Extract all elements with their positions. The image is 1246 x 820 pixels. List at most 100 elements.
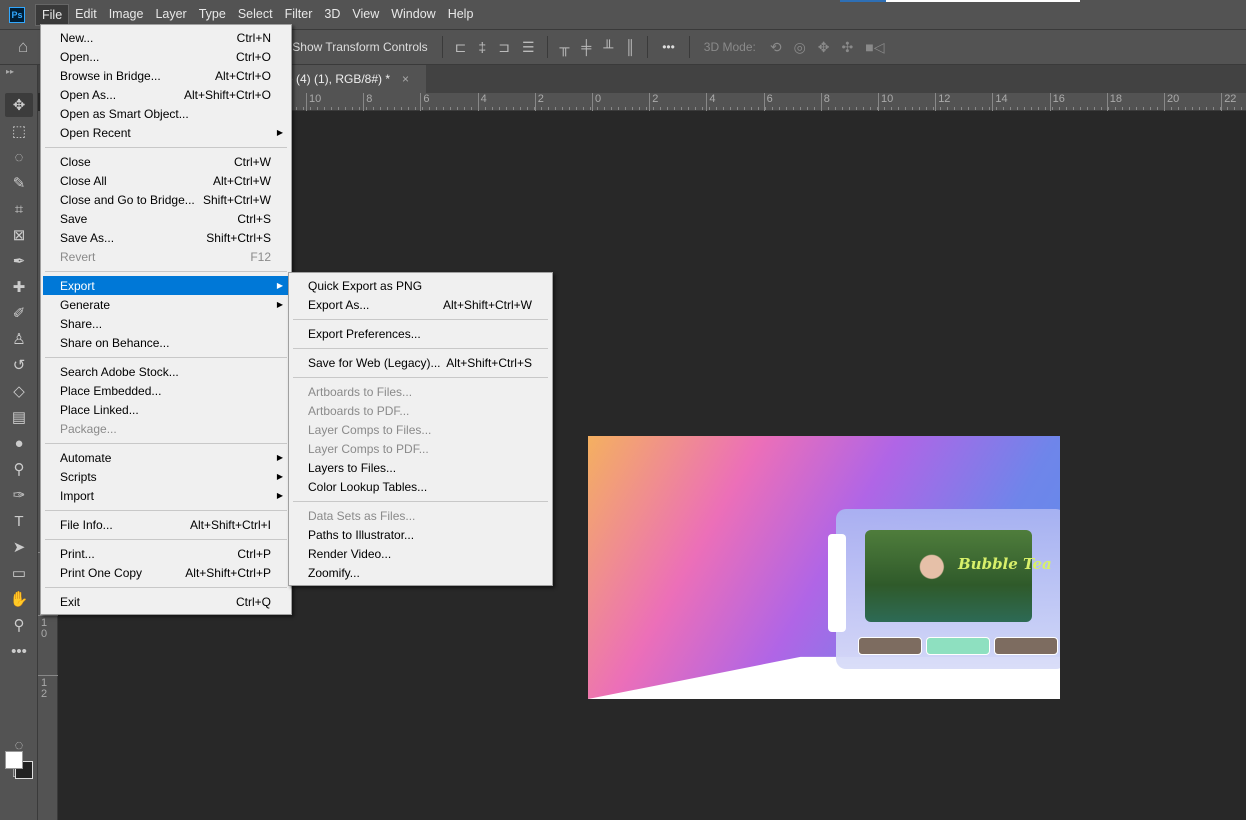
hand-tool-icon[interactable]: ✋ (5, 587, 33, 611)
title-strip (840, 0, 1080, 2)
menu-item-exit[interactable]: Exit Ctrl+Q (43, 592, 289, 611)
menu-filter[interactable]: Filter (279, 4, 319, 26)
quick-select-tool-icon[interactable]: ✎ (5, 171, 33, 195)
menu-separator (45, 539, 287, 540)
canvas-artwork[interactable]: Bubble Tea (588, 436, 1060, 699)
menu-item-label: Exit (60, 594, 81, 609)
crop-tool-icon[interactable]: ⌗ (5, 197, 33, 221)
artwork-title: Bubble Tea (958, 555, 1052, 573)
align-center-icon[interactable]: ‡ (478, 39, 486, 55)
rectangle-tool-icon[interactable]: ▭ (5, 561, 33, 585)
menu-item-generate[interactable]: Generate ▶ (43, 295, 289, 314)
menu-item-zoomify[interactable]: Zoomify... (291, 563, 550, 582)
menu-item-import[interactable]: Import ▶ (43, 486, 289, 505)
menu-item-quick-export-as-png[interactable]: Quick Export as PNG (291, 276, 550, 295)
menu-view[interactable]: View (346, 4, 385, 26)
menu-item-place-embedded[interactable]: Place Embedded... (43, 381, 289, 400)
3d-orbit-icon[interactable]: ⟲ (770, 39, 782, 56)
foreground-color-swatch[interactable] (5, 751, 23, 769)
menu-item-export[interactable]: Export ▶ (43, 276, 289, 295)
menu-item-new[interactable]: New... Ctrl+N (43, 28, 289, 47)
menu-item-open-as-smart-object[interactable]: Open as Smart Object... (43, 104, 289, 123)
path-select-tool-icon[interactable]: ➤ (5, 535, 33, 559)
align-right-icon[interactable]: ⊐ (498, 39, 510, 56)
more-options-button[interactable]: ••• (662, 40, 675, 54)
pen-tool-icon[interactable]: ✑ (5, 483, 33, 507)
brush-tool-icon[interactable]: ✐ (5, 301, 33, 325)
menu-edit[interactable]: Edit (69, 4, 103, 26)
home-icon[interactable]: ⌂ (18, 37, 28, 57)
menu-layer[interactable]: Layer (149, 4, 192, 26)
menu-item-open[interactable]: Open... Ctrl+O (43, 47, 289, 66)
menu-item-label: Save for Web (Legacy)... (308, 355, 441, 370)
document-tab[interactable]: e (4) (1), RGB/8#) * × (280, 65, 426, 93)
menu-item-print-one-copy[interactable]: Print One Copy Alt+Shift+Ctrl+P (43, 563, 289, 582)
distribute-icon[interactable]: ☰ (522, 39, 535, 56)
menu-item-place-linked[interactable]: Place Linked... (43, 400, 289, 419)
menu-item-open-as[interactable]: Open As... Alt+Shift+Ctrl+O (43, 85, 289, 104)
gradient-tool-icon[interactable]: ▤ (5, 405, 33, 429)
menu-item-close-and-go-to-bridge[interactable]: Close and Go to Bridge... Shift+Ctrl+W (43, 190, 289, 209)
history-brush-tool-icon[interactable]: ↺ (5, 353, 33, 377)
menu-3d[interactable]: 3D (318, 4, 346, 26)
menu-item-save[interactable]: Save Ctrl+S (43, 209, 289, 228)
menu-item-save-for-web-legacy[interactable]: Save for Web (Legacy)... Alt+Shift+Ctrl+S (291, 353, 550, 372)
menu-select[interactable]: Select (232, 4, 279, 26)
zoom-tool-icon[interactable]: ⚲ (5, 613, 33, 637)
3d-pan-icon[interactable]: ✥ (818, 39, 830, 56)
3d-camera-icon[interactable]: ■◁ (865, 39, 884, 56)
eraser-tool-icon[interactable]: ◇ (5, 379, 33, 403)
3d-slide-icon[interactable]: ✣ (842, 39, 854, 56)
menu-help[interactable]: Help (442, 4, 480, 26)
align-left-icon[interactable]: ⊏ (455, 39, 467, 56)
close-tab-icon[interactable]: × (402, 72, 409, 86)
artwork-app-icons (828, 534, 846, 632)
lasso-tool-icon[interactable]: ◌ (5, 145, 33, 169)
menu-item-close-all[interactable]: Close All Alt+Ctrl+W (43, 171, 289, 190)
menu-item-label: Export Preferences... (308, 326, 421, 341)
menu-item-close[interactable]: Close Ctrl+W (43, 152, 289, 171)
menu-item-print[interactable]: Print... Ctrl+P (43, 544, 289, 563)
menu-item-color-lookup-tables[interactable]: Color Lookup Tables... (291, 477, 550, 496)
show-transform-controls-checkbox[interactable]: Show Transform Controls (292, 40, 427, 54)
blur-tool-icon[interactable]: ● (5, 431, 33, 455)
menu-image[interactable]: Image (103, 4, 150, 26)
menu-item-file-info[interactable]: File Info... Alt+Shift+Ctrl+I (43, 515, 289, 534)
eyedropper-tool-icon[interactable]: ✒ (5, 249, 33, 273)
distribute-horizontal-icon[interactable]: ║ (625, 39, 635, 55)
frame-tool-icon[interactable]: ⊠ (5, 223, 33, 247)
align-top-icon[interactable]: ╥ (560, 39, 570, 55)
more-tools-tool-icon[interactable]: ••• (5, 639, 33, 663)
menu-item-export-as[interactable]: Export As... Alt+Shift+Ctrl+W (291, 295, 550, 314)
type-tool-icon[interactable]: T (5, 509, 33, 533)
menu-item-paths-to-illustrator[interactable]: Paths to Illustrator... (291, 525, 550, 544)
menu-item-automate[interactable]: Automate ▶ (43, 448, 289, 467)
menu-item-render-video[interactable]: Render Video... (291, 544, 550, 563)
dodge-tool-icon[interactable]: ⚲ (5, 457, 33, 481)
menu-type[interactable]: Type (193, 4, 232, 26)
menu-item-share-on-behance[interactable]: Share on Behance... (43, 333, 289, 352)
artwork-timeline (858, 637, 1058, 655)
menu-item-scripts[interactable]: Scripts ▶ (43, 467, 289, 486)
move-tool-icon[interactable]: ✥ (5, 93, 33, 117)
menu-window[interactable]: Window (385, 4, 441, 26)
menu-item-share[interactable]: Share... (43, 314, 289, 333)
menu-item-save-as[interactable]: Save As... Shift+Ctrl+S (43, 228, 289, 247)
menu-item-layers-to-files[interactable]: Layers to Files... (291, 458, 550, 477)
marquee-tool-icon[interactable]: ⬚ (5, 119, 33, 143)
menu-item-search-adobe-stock[interactable]: Search Adobe Stock... (43, 362, 289, 381)
collapse-panel-icon[interactable]: ▸▸ (6, 67, 14, 76)
menu-file[interactable]: File (35, 3, 70, 26)
3d-roll-icon[interactable]: ◎ (794, 39, 806, 56)
divider (688, 36, 690, 58)
menu-item-export-preferences[interactable]: Export Preferences... (291, 324, 550, 343)
menu-item-label: Export (60, 278, 95, 293)
menu-item-label: Close and Go to Bridge... (60, 192, 195, 207)
menu-item-open-recent[interactable]: Open Recent ▶ (43, 123, 289, 142)
align-middle-icon[interactable]: ╪ (581, 39, 591, 55)
healing-tool-icon[interactable]: ✚ (5, 275, 33, 299)
stamp-tool-icon[interactable]: ♙ (5, 327, 33, 351)
menu-item-label: Paths to Illustrator... (308, 527, 415, 542)
menu-item-browse-in-bridge[interactable]: Browse in Bridge... Alt+Ctrl+O (43, 66, 289, 85)
align-bottom-icon[interactable]: ╨ (603, 39, 613, 55)
